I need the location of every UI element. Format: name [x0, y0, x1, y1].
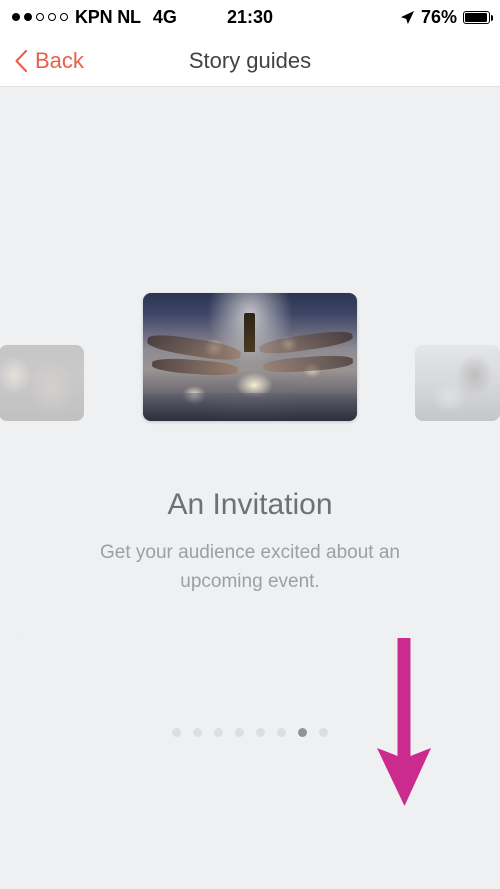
- page-dot[interactable]: [277, 728, 286, 737]
- page-dot[interactable]: [256, 728, 265, 737]
- page-dot[interactable]: [319, 728, 328, 737]
- story-guide-carousel[interactable]: An Invitation Get your audience excited …: [0, 88, 500, 648]
- page-dot[interactable]: [172, 728, 181, 737]
- carousel-card-next[interactable]: [415, 345, 500, 421]
- carousel-image-current: [143, 293, 357, 421]
- page-dot[interactable]: [214, 728, 223, 737]
- carousel-card-current[interactable]: [143, 293, 357, 421]
- battery-percent-label: 76%: [420, 6, 457, 27]
- page-dot-active[interactable]: [298, 728, 307, 737]
- down-arrow-annotation: [377, 638, 431, 806]
- page-title: Story guides: [188, 47, 312, 73]
- slide-title: An Invitation: [167, 488, 333, 521]
- page-dot[interactable]: [235, 728, 244, 737]
- navigation-bar: Back Story guides: [0, 34, 500, 87]
- carousel-image-next: [415, 345, 500, 421]
- page-indicator[interactable]: [0, 728, 500, 737]
- status-bar: KPN NL 4G 21:30 76%: [0, 0, 500, 34]
- offscreen-slide-text-artifact: ·: [21, 632, 25, 641]
- battery-icon: [463, 10, 493, 24]
- carousel-image-previous: [0, 345, 84, 421]
- page-dot[interactable]: [193, 728, 202, 737]
- phone-screen: KPN NL 4G 21:30 76% Back Story guides An…: [0, 0, 500, 889]
- carousel-card-previous[interactable]: [0, 345, 84, 421]
- action-button-bar: Start from scratch Pick this one: [0, 806, 500, 889]
- location-arrow-icon: [400, 10, 415, 24]
- status-bar-right: 76%: [400, 6, 493, 28]
- slide-subtitle: Get your audience excited about an upcom…: [100, 542, 400, 592]
